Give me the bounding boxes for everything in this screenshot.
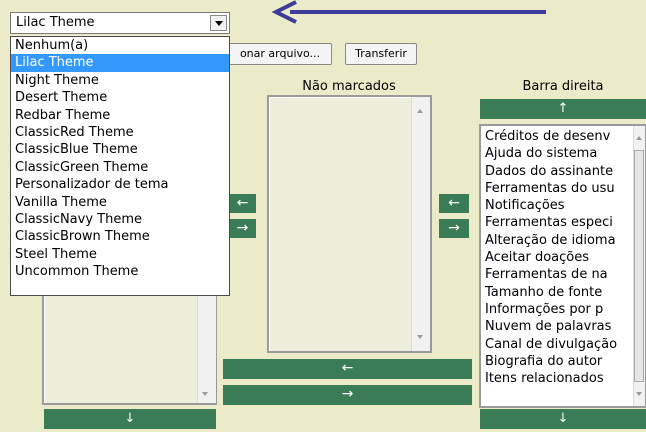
right-move-left-button[interactable]: ← [439, 194, 469, 213]
theme-option[interactable]: Desert Theme [11, 89, 229, 106]
theme-select-value: Lilac Theme [16, 15, 95, 30]
scroll-down-icon[interactable] [202, 392, 208, 396]
theme-select[interactable]: Lilac Theme [10, 12, 230, 34]
theme-option[interactable]: Personalizador de tema [11, 176, 229, 193]
scroll-down-icon[interactable] [417, 335, 423, 339]
theme-option-selected[interactable]: Lilac Theme [11, 54, 229, 72]
list-item[interactable]: Canal de divulgação [481, 336, 644, 353]
theme-option[interactable]: Steel Theme [11, 246, 229, 263]
choose-file-button[interactable]: onar arquivo... [228, 43, 332, 65]
theme-option[interactable]: Uncommon Theme [11, 263, 229, 280]
theme-option[interactable]: ClassicRed Theme [11, 124, 229, 141]
right-bar-header: Barra direita [522, 79, 604, 94]
theme-option[interactable]: ClassicGreen Theme [11, 159, 229, 176]
list-item[interactable]: Tamanho de fonte [481, 284, 644, 301]
list-item[interactable]: Notificações [481, 197, 644, 214]
list-item[interactable]: Itens relacionados [481, 370, 644, 387]
theme-option[interactable]: Night Theme [11, 72, 229, 89]
list-item[interactable]: Ferramentas de na [481, 266, 644, 283]
theme-option[interactable]: ClassicNavy Theme [11, 211, 229, 228]
unmarked-list[interactable] [267, 95, 432, 353]
scroll-up-icon[interactable] [417, 109, 423, 113]
move-right-button[interactable]: → [229, 219, 256, 238]
scroll-down-icon[interactable] [636, 392, 642, 396]
theme-option[interactable]: ClassicBrown Theme [11, 228, 229, 245]
list-item[interactable]: Alteração de idioma [481, 232, 644, 249]
chevron-down-icon[interactable] [210, 15, 227, 31]
theme-option[interactable]: Nenhum(a) [11, 37, 229, 54]
scrollbar-thumb[interactable] [634, 150, 644, 382]
unmarked-list-scrollbar[interactable] [411, 97, 430, 351]
theme-option[interactable]: Vanilla Theme [11, 194, 229, 211]
right-move-right-button[interactable]: → [439, 219, 469, 238]
move-left-button[interactable]: ← [229, 194, 256, 213]
list-item[interactable]: Nuvem de palavras [481, 318, 644, 335]
list-item[interactable]: Ferramentas especi [481, 214, 644, 231]
annotation-arrow-icon [271, 0, 546, 24]
list-item[interactable]: Créditos de desenv [481, 128, 644, 145]
transfer-button[interactable]: Transferir [345, 43, 417, 65]
list-item[interactable]: Aceitar doações [481, 249, 644, 266]
unmarked-header: Não marcados [302, 79, 396, 94]
right-move-up-button[interactable]: ↑ [480, 99, 646, 119]
list-item[interactable]: Dados do assinante [481, 163, 644, 180]
right-move-down-button[interactable]: ↓ [480, 409, 646, 429]
list-item[interactable]: Informações por p [481, 301, 644, 318]
right-bar-list[interactable]: Créditos de desenv Ajuda do sistema Dado… [479, 124, 646, 408]
list-item[interactable]: Biografia do autor [481, 353, 644, 370]
theme-option[interactable]: Redbar Theme [11, 107, 229, 124]
middle-move-right-button[interactable]: → [223, 385, 472, 405]
theme-option[interactable]: ClassicBlue Theme [11, 141, 229, 158]
scroll-up-icon[interactable] [636, 136, 642, 140]
theme-dropdown-list[interactable]: Nenhum(a) Lilac Theme Night Theme Desert… [10, 36, 230, 296]
list-item[interactable]: Ajuda do sistema [481, 145, 644, 162]
list-item[interactable]: Ferramentas do usu [481, 180, 644, 197]
left-move-down-button[interactable]: ↓ [44, 409, 216, 429]
middle-move-left-button[interactable]: ← [223, 359, 472, 379]
